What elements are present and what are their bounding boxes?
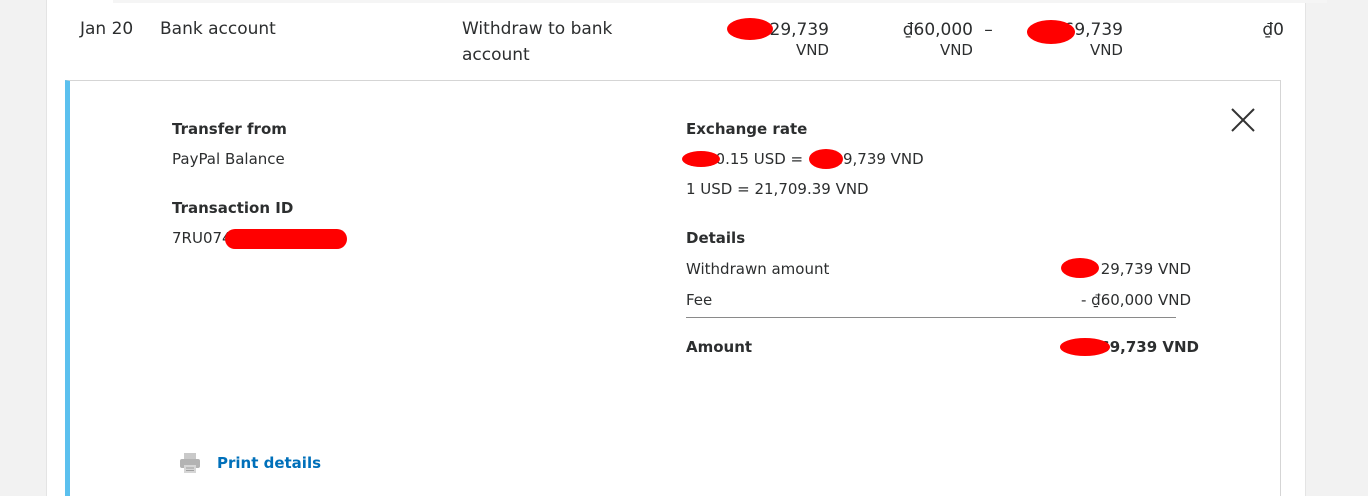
printer-icon[interactable] [178, 451, 202, 475]
transaction-type-line2: account [462, 45, 530, 65]
transaction-details-panel: Transfer from PayPal Balance Transaction… [65, 80, 1281, 496]
net-prefix: – [984, 20, 993, 40]
transaction-type-line1: Withdraw to bank [462, 19, 613, 39]
transaction-id-value[interactable]: 7RU074 [172, 229, 232, 247]
transaction-name: Bank account [160, 19, 276, 39]
summary-divider [686, 317, 1176, 318]
details-label: Details [686, 229, 746, 247]
transactions-panel: Jan 20 Bank account Withdraw to bank acc… [46, 0, 1327, 496]
print-details-link[interactable]: Print details [217, 454, 321, 472]
amount-label: Amount [686, 338, 753, 356]
balance-value: ₫0 [1262, 20, 1284, 40]
gross-currency: VND [795, 41, 829, 59]
transfer-from-label: Transfer from [172, 120, 287, 138]
balance-amount: ₫0 [1147, 19, 1284, 41]
exchange-usd: 10.15 USD = [706, 150, 808, 168]
redaction-mark [682, 151, 720, 167]
transaction-id-label: Transaction ID [172, 199, 294, 217]
redaction-mark [1060, 338, 1110, 356]
redaction-mark [809, 149, 843, 169]
exchange-rate-line2: 1 USD = 21,709.39 VND [686, 180, 869, 198]
close-icon[interactable] [1230, 107, 1256, 133]
transaction-row[interactable]: Jan 20 Bank account Withdraw to bank acc… [47, 0, 1307, 80]
exchange-rate-label: Exchange rate [686, 120, 808, 138]
fee-value: - ₫60,000 VND [1080, 291, 1191, 309]
net-currency: VND [1089, 41, 1123, 59]
withdrawn-amount-label: Withdrawn amount [686, 260, 830, 278]
transfer-from-value: PayPal Balance [172, 150, 285, 168]
redaction-mark [225, 229, 347, 249]
redaction-mark [1061, 258, 1099, 278]
transaction-date: Jan 20 [80, 19, 134, 39]
fee-label: Fee [686, 291, 713, 309]
redaction-mark [727, 18, 773, 40]
redaction-mark [1027, 20, 1075, 44]
transaction-type: Withdraw to bank account [462, 16, 662, 68]
